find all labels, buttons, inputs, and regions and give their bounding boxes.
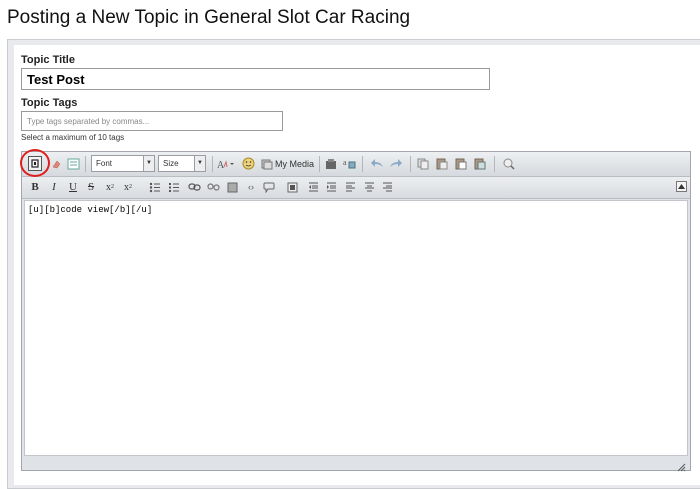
svg-text:A: A xyxy=(217,160,225,170)
subscript-mark: 2 xyxy=(111,184,114,190)
indent-button[interactable] xyxy=(324,180,338,194)
page-icon xyxy=(287,182,297,192)
indent-icon xyxy=(326,182,336,192)
page-break-button[interactable] xyxy=(285,180,299,194)
spellcheck-icon xyxy=(503,158,515,170)
smiley-icon xyxy=(242,157,254,170)
code-view-toggle-button[interactable] xyxy=(28,156,42,171)
my-media-button[interactable]: My Media xyxy=(261,157,315,171)
text-color-button[interactable]: A xyxy=(217,157,235,171)
resize-handle[interactable] xyxy=(677,459,686,472)
topic-tags-input[interactable] xyxy=(21,111,283,131)
chevron-down-icon: ▼ xyxy=(194,156,205,171)
emoticon-button[interactable] xyxy=(241,156,255,171)
source-icon xyxy=(31,159,39,168)
outdent-icon xyxy=(308,182,318,192)
eraser-icon xyxy=(52,160,61,169)
page-title: Posting a New Topic in General Slot Car … xyxy=(7,7,411,28)
unlink-icon xyxy=(206,183,220,191)
superscript-mark: 2 xyxy=(129,184,132,190)
svg-text:a: a xyxy=(343,158,347,167)
italic-button[interactable]: I xyxy=(48,180,60,194)
media-frame-icon xyxy=(227,182,237,192)
bullet-list-icon xyxy=(149,182,160,192)
bullet-list-button[interactable] xyxy=(148,180,162,194)
insert-media-button[interactable] xyxy=(225,180,239,194)
toolbar-separator xyxy=(362,156,363,172)
speech-bubble-icon xyxy=(263,182,275,193)
paste-text-icon xyxy=(455,158,467,170)
paste-word-button[interactable] xyxy=(473,157,487,171)
paste-button[interactable] xyxy=(435,157,449,171)
strikethrough-button[interactable]: S xyxy=(85,180,97,194)
align-left-button[interactable] xyxy=(343,180,357,194)
post-body-textarea[interactable]: [u][b]code view[/b][/u] xyxy=(24,200,688,456)
insert-image-button[interactable] xyxy=(324,157,337,171)
font-select-value: Font xyxy=(96,159,113,168)
tags-hint: Select a maximum of 10 tags xyxy=(21,133,125,142)
redo-icon xyxy=(389,159,402,167)
align-left-icon xyxy=(345,182,355,192)
numbered-list-icon xyxy=(169,182,179,192)
spellcheck-button[interactable] xyxy=(502,157,516,171)
unlink-button[interactable] xyxy=(206,180,220,194)
copy-icon xyxy=(417,158,429,170)
toolbar-separator xyxy=(410,156,411,172)
insert-link-button[interactable]: a xyxy=(342,156,357,171)
numbered-list-button[interactable] xyxy=(167,180,181,194)
align-right-icon xyxy=(382,182,392,192)
undo-icon xyxy=(370,159,383,167)
topic-title-label: Topic Title xyxy=(21,54,75,66)
topic-title-input[interactable] xyxy=(21,68,490,90)
copy-button[interactable] xyxy=(416,157,430,171)
paste-icon xyxy=(436,158,448,170)
paste-text-button[interactable] xyxy=(454,157,468,171)
collapse-arrow-icon xyxy=(678,184,685,189)
redo-button[interactable] xyxy=(388,157,402,171)
toolbar-separator xyxy=(85,156,86,172)
toolbar-separator xyxy=(319,156,320,172)
text-color-icon: A xyxy=(217,160,234,170)
paste-plain-button[interactable] xyxy=(66,157,80,171)
outdent-button[interactable] xyxy=(306,180,320,194)
resize-grip-icon xyxy=(677,463,686,472)
topic-tags-label: Topic Tags xyxy=(21,97,78,109)
media-icon xyxy=(261,159,273,170)
my-media-label: My Media xyxy=(275,159,315,169)
align-right-button[interactable] xyxy=(380,180,394,194)
link-icon: a xyxy=(343,158,355,169)
image-icon xyxy=(325,158,336,169)
undo-button[interactable] xyxy=(370,157,384,171)
chain-link-icon xyxy=(187,183,201,191)
editor-toolbar-top: Font ▼ Size ▼ A My Media a xyxy=(22,152,690,177)
font-select[interactable]: Font ▼ xyxy=(91,155,155,172)
toggle-toolbar-button[interactable] xyxy=(676,181,687,192)
align-center-button[interactable] xyxy=(362,180,376,194)
underline-button[interactable]: U xyxy=(67,180,79,194)
superscript-button[interactable]: x2 xyxy=(121,180,135,194)
quote-button[interactable] xyxy=(262,180,276,194)
editor-toolbar-format: B I U S x2 x2 ‹› xyxy=(22,177,690,199)
code-brackets-icon: ‹› xyxy=(248,182,254,192)
subscript-button[interactable]: x2 xyxy=(103,180,117,194)
remove-format-button[interactable] xyxy=(50,157,62,171)
size-select[interactable]: Size ▼ xyxy=(158,155,206,172)
paste-word-icon xyxy=(474,158,486,170)
rich-text-editor: Font ▼ Size ▼ A My Media a B I U S x 2 x… xyxy=(21,151,691,472)
align-center-icon xyxy=(364,182,374,192)
chevron-down-icon: ▼ xyxy=(143,156,154,171)
paste-text-icon xyxy=(67,158,79,170)
link-button[interactable] xyxy=(187,180,201,194)
code-button[interactable]: ‹› xyxy=(244,180,258,194)
toolbar-separator xyxy=(494,156,495,172)
editor-statusbar xyxy=(22,456,690,472)
bold-button[interactable]: B xyxy=(29,180,41,194)
toolbar-separator xyxy=(212,156,213,172)
size-select-value: Size xyxy=(163,159,179,168)
